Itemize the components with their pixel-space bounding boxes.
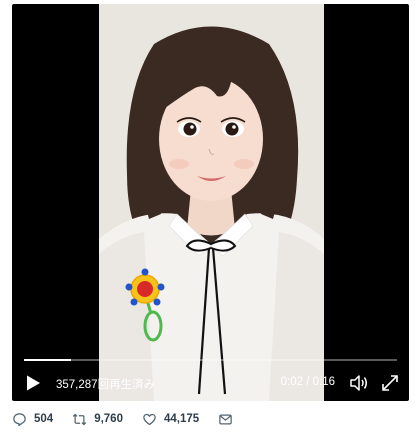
video-frame-image	[99, 4, 324, 401]
reply-count: 504	[34, 413, 54, 425]
play-icon[interactable]	[24, 374, 42, 392]
retweet-button[interactable]: 9,760	[72, 412, 123, 427]
view-count: 357,287回再生済み	[56, 379, 156, 391]
volume-icon[interactable]	[349, 374, 369, 392]
video-player[interactable]: 357,287回再生済み 0:02 / 0:16	[12, 4, 409, 401]
reply-button[interactable]: 504	[12, 412, 53, 427]
time-readout: 0:02 / 0:16	[280, 376, 335, 388]
tweet-action-bar: 504 9,760 44,175	[12, 409, 409, 429]
fullscreen-icon[interactable]	[381, 374, 399, 392]
like-button[interactable]: 44,175	[142, 412, 199, 427]
retweet-count: 9,760	[94, 413, 123, 425]
progress-bar[interactable]	[24, 359, 397, 361]
reply-icon	[13, 412, 26, 426]
player-controls: 357,287回再生済み 0:02 / 0:16	[12, 370, 409, 396]
heart-icon	[143, 413, 156, 425]
share-button[interactable]	[218, 412, 240, 427]
retweet-icon	[72, 413, 87, 425]
progress-fill	[24, 359, 71, 361]
share-icon	[219, 414, 232, 424]
like-count: 44,175	[163, 413, 200, 425]
